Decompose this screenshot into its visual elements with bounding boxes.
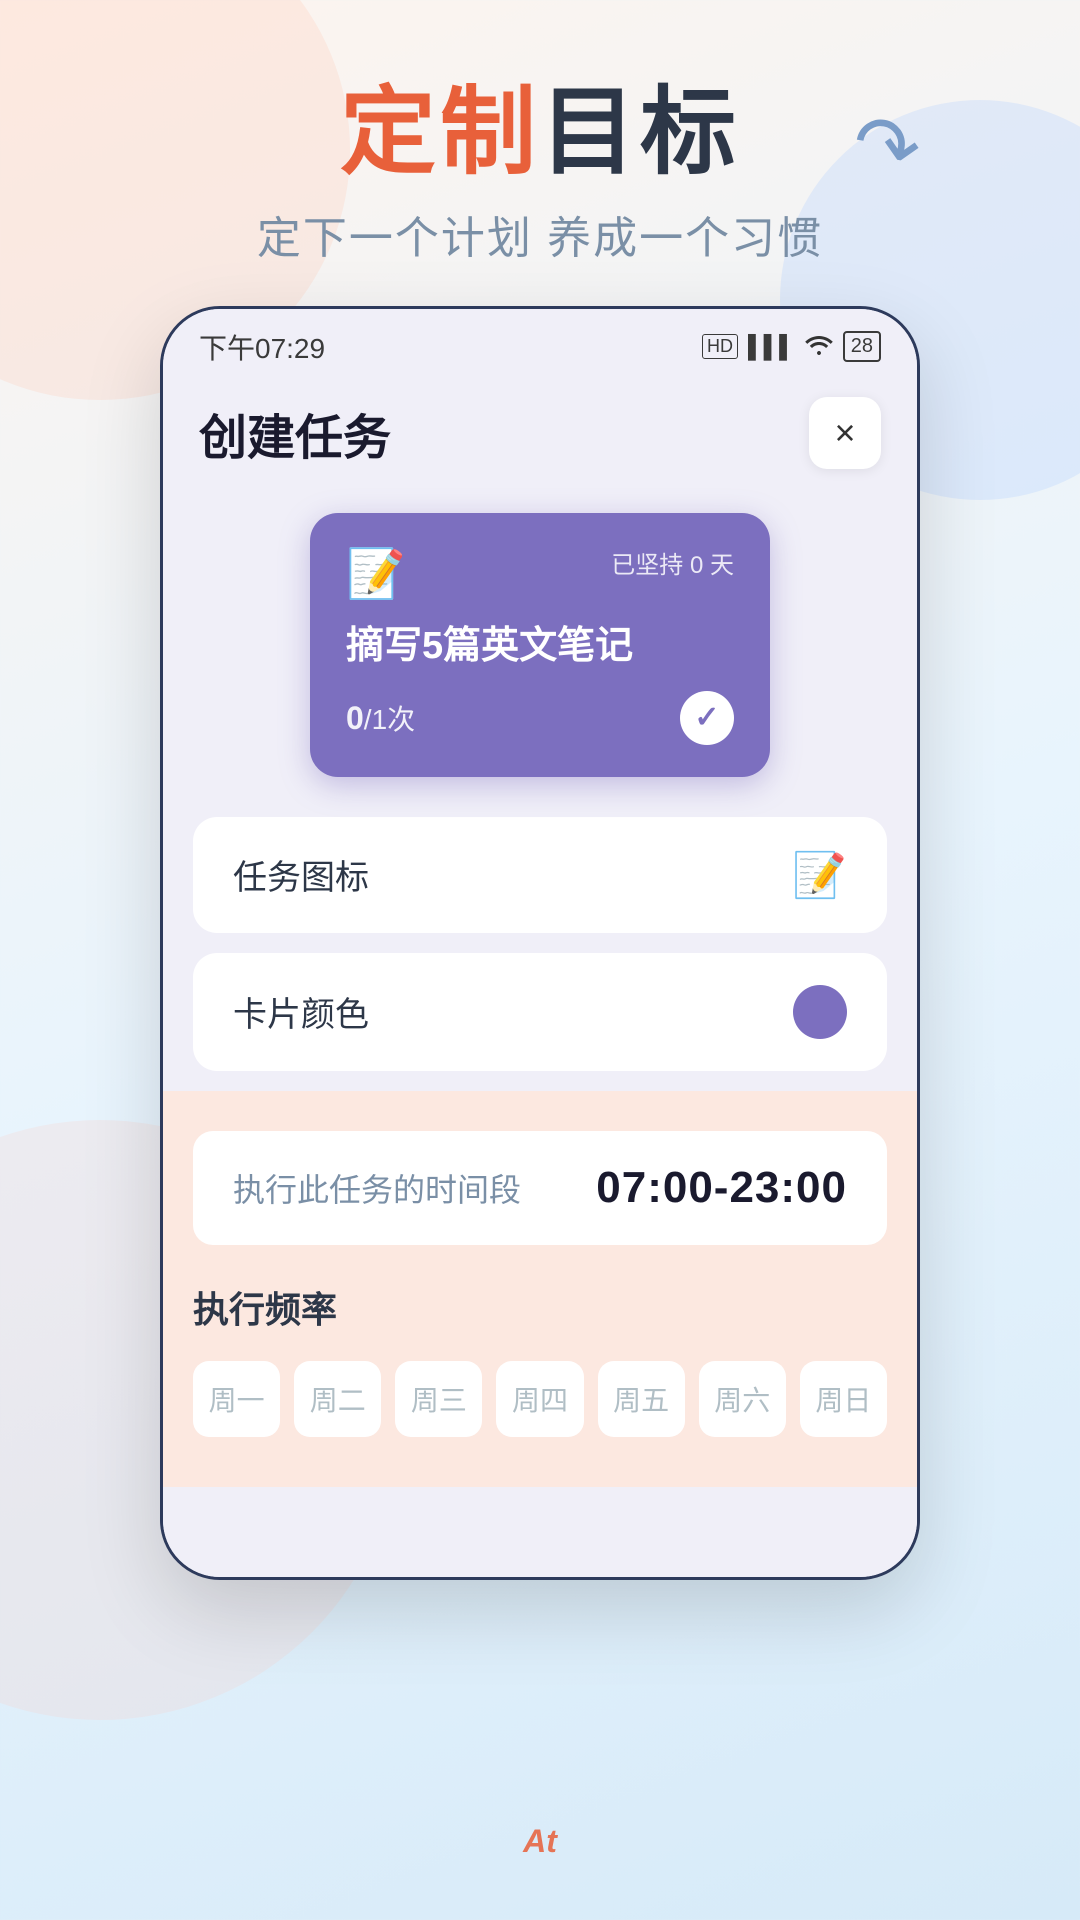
wifi-icon <box>805 333 833 361</box>
status-time: 下午07:29 <box>199 327 325 367</box>
task-check-button[interactable]: ✓ <box>680 691 734 745</box>
weekday-monday[interactable]: 周一 <box>193 1361 280 1437</box>
weekday-sunday[interactable]: 周日 <box>800 1361 887 1437</box>
task-icon-preview: 📝 <box>792 849 847 901</box>
phone-wrapper: 下午07:29 HD ▌▌▌ 28 创建任务 × <box>0 306 1080 1580</box>
task-name: 摘写5篇英文笔记 <box>346 622 734 671</box>
checkmark-icon: ✓ <box>694 700 719 735</box>
task-card-wrapper: 📝 已坚持 0 天 摘写5篇英文笔记 0/1次 ✓ <box>163 493 917 817</box>
time-label: 执行此任务的时间段 <box>233 1165 521 1211</box>
at-label: At <box>523 1823 557 1860</box>
hero-title-dark: 目标 <box>540 79 740 186</box>
weekday-tuesday[interactable]: 周二 <box>294 1361 381 1437</box>
hero-section: 定制目标 定下一个计划 养成一个习惯 ↷ <box>0 0 1080 306</box>
battery-icon: 28 <box>843 331 881 362</box>
weekday-thursday[interactable]: 周四 <box>496 1361 583 1437</box>
task-streak: 已坚持 0 天 <box>611 545 734 580</box>
weekdays-row: 周一 周二 周三 周四 周五 周六 周日 <box>193 1361 887 1437</box>
icon-setting-label: 任务图标 <box>233 850 369 899</box>
time-row[interactable]: 执行此任务的时间段 07:00-23:00 <box>193 1131 887 1245</box>
bottom-section: 执行此任务的时间段 07:00-23:00 执行频率 周一 周二 周三 周四 周… <box>163 1091 917 1487</box>
hero-title-red: 定制 <box>340 79 540 186</box>
app-title: 创建任务 <box>199 398 391 468</box>
task-card-bottom: 0/1次 ✓ <box>346 691 734 745</box>
time-value: 07:00-23:00 <box>596 1163 847 1213</box>
color-preview-dot <box>793 985 847 1039</box>
hd-badge: HD <box>702 334 738 359</box>
status-icons: HD ▌▌▌ 28 <box>702 331 881 362</box>
task-icon: 📝 <box>346 545 406 602</box>
task-progress: 0/1次 <box>346 698 415 738</box>
weekday-friday[interactable]: 周五 <box>598 1361 685 1437</box>
hero-subtitle: 定下一个计划 养成一个习惯 <box>0 202 1080 266</box>
close-button[interactable]: × <box>809 397 881 469</box>
icon-setting-row[interactable]: 任务图标 📝 <box>193 817 887 933</box>
freq-title: 执行频率 <box>193 1281 887 1333</box>
app-header: 创建任务 × <box>163 377 917 493</box>
task-card-top: 📝 已坚持 0 天 <box>346 545 734 602</box>
weekday-saturday[interactable]: 周六 <box>699 1361 786 1437</box>
color-setting-row[interactable]: 卡片颜色 <box>193 953 887 1071</box>
status-bar: 下午07:29 HD ▌▌▌ 28 <box>163 309 917 377</box>
weekday-wednesday[interactable]: 周三 <box>395 1361 482 1437</box>
task-card: 📝 已坚持 0 天 摘写5篇英文笔记 0/1次 ✓ <box>310 513 770 777</box>
phone-frame: 下午07:29 HD ▌▌▌ 28 创建任务 × <box>160 306 920 1580</box>
signal-icon: ▌▌▌ <box>748 334 795 360</box>
app-content: 创建任务 × 📝 已坚持 0 天 摘写5篇英文笔记 <box>163 377 917 1577</box>
color-setting-label: 卡片颜色 <box>233 987 369 1036</box>
settings-section: 任务图标 📝 卡片颜色 <box>163 817 917 1071</box>
